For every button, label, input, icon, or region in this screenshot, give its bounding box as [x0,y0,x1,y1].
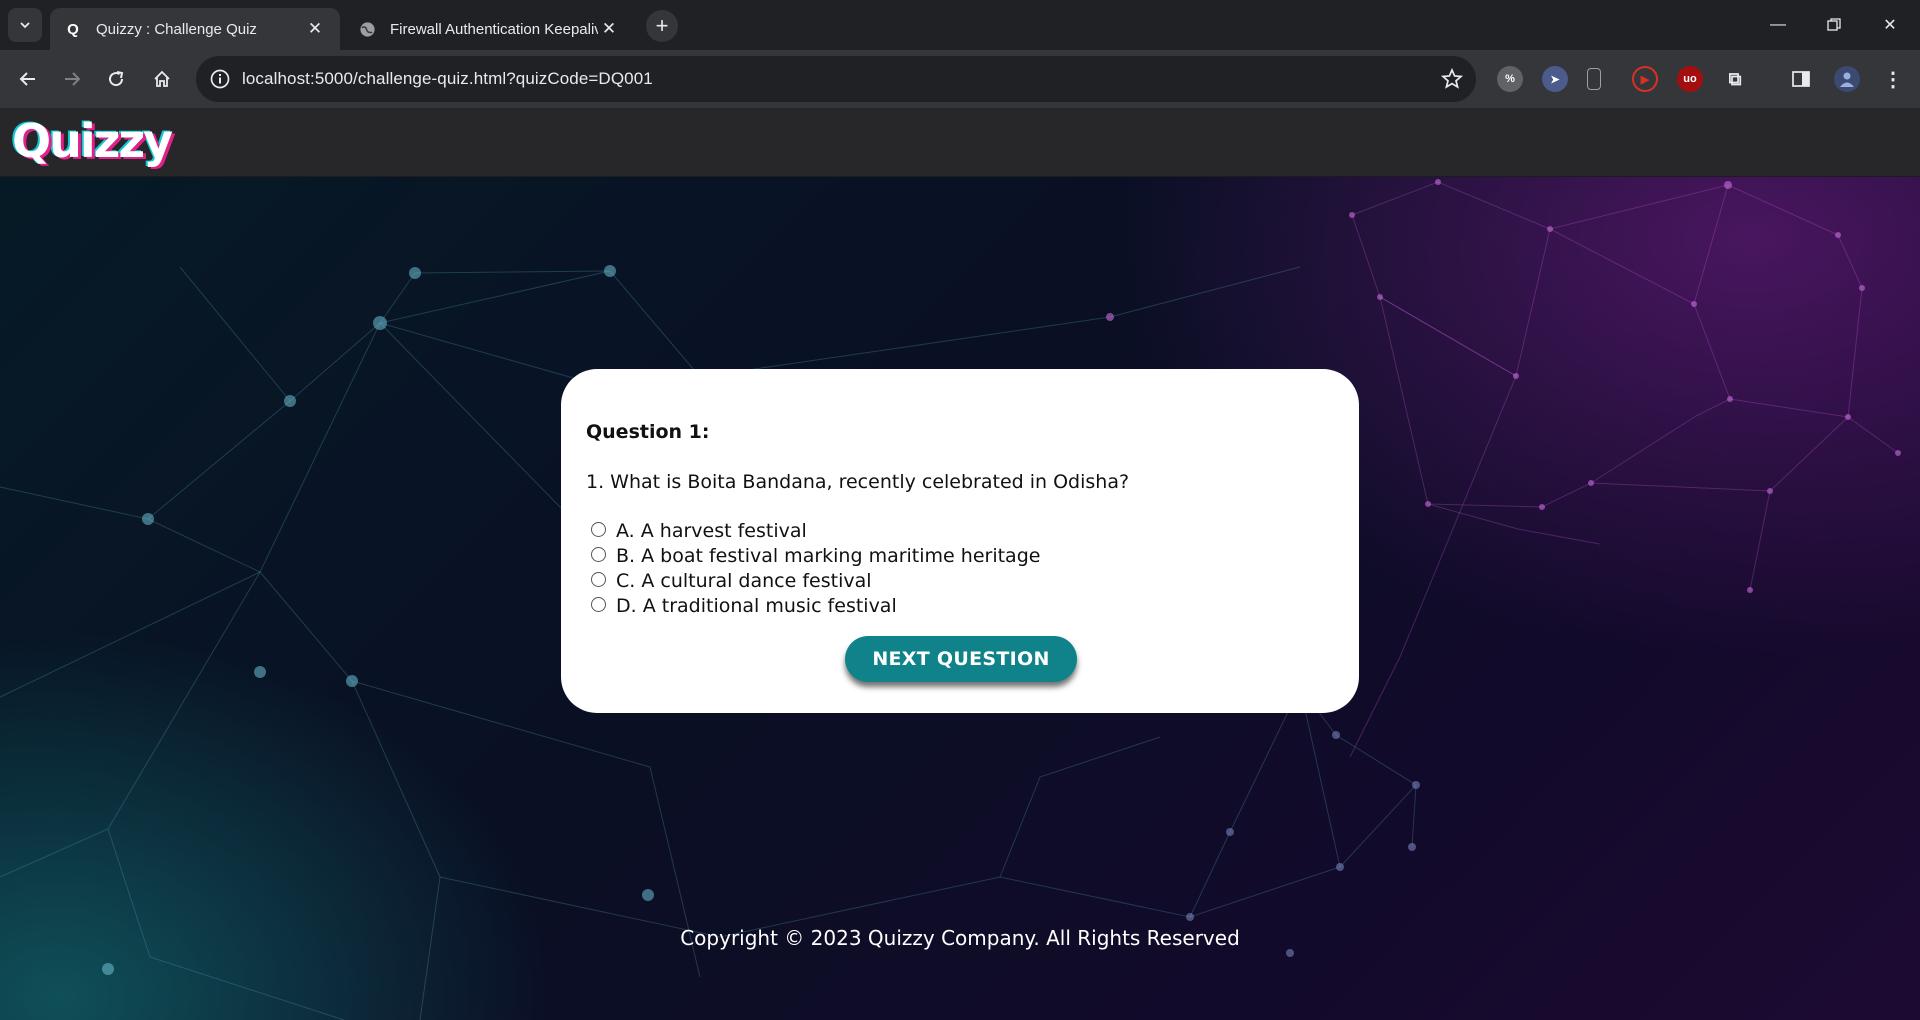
option-label: B. A boat festival marking maritime heri… [616,544,1041,567]
extension-play-icon[interactable]: ▶ [1632,66,1658,92]
option-label: A. A harvest festival [616,519,807,542]
extension-ublock-icon[interactable]: uo [1677,66,1703,92]
next-question-button[interactable]: NEXT QUESTION [845,636,1077,682]
forward-arrow-icon[interactable] [54,61,90,97]
browser-toolbar: localhost:5000/challenge-quiz.html?quizC… [0,50,1920,108]
profile-avatar[interactable] [1834,66,1860,92]
option-label: D. A traditional music festival [616,594,897,617]
tab-search-button[interactable] [8,8,42,42]
address-bar[interactable]: localhost:5000/challenge-quiz.html?quizC… [196,56,1476,102]
tab-strip: Q Quizzy : Challenge Quiz ✕ Firewall Aut… [0,0,1920,50]
option-d-radio[interactable] [591,597,606,612]
footer-copyright: Copyright © 2023 Quizzy Company. All Rig… [680,926,1240,950]
minimize-icon[interactable]: — [1750,0,1806,50]
web-page: Quizzy Question 1: 1. What is Boita Band… [0,108,1920,1020]
bookmark-star-icon[interactable] [1440,67,1464,91]
url-text[interactable]: localhost:5000/challenge-quiz.html?quizC… [242,69,653,89]
quizzy-logo[interactable]: Quizzy [12,114,173,168]
chevron-down-icon [20,22,30,29]
extensions-puzzle-icon[interactable]: ⧉ [1722,66,1748,92]
extension-percent-icon[interactable]: % [1497,66,1523,92]
option-a-radio[interactable] [591,522,606,537]
site-info-icon[interactable] [208,67,232,91]
extension-cursor-icon[interactable]: ➤ [1542,66,1568,92]
question-label: Question 1: [586,421,710,443]
close-window-icon[interactable]: ✕ [1862,0,1918,50]
tab-quizzy[interactable]: Q Quizzy : Challenge Quiz ✕ [50,8,340,50]
side-panel-icon[interactable] [1788,66,1814,92]
option-c[interactable]: C. A cultural dance festival [591,568,1040,593]
option-label: C. A cultural dance festival [616,569,872,592]
option-c-radio[interactable] [591,572,606,587]
option-a[interactable]: A. A harvest festival [591,518,1040,543]
app-header: Quizzy [0,108,1920,177]
quiz-card: Question 1: 1. What is Boita Bandana, re… [561,369,1359,713]
quizzy-favicon-icon: Q [67,20,79,38]
restore-icon[interactable] [1806,0,1862,50]
new-tab-button[interactable]: + [646,10,678,42]
tab-firewall[interactable]: Firewall Authentication Keepalive ✕ [344,8,634,50]
home-icon[interactable] [144,61,180,97]
option-b-radio[interactable] [591,547,606,562]
close-tab-icon[interactable]: ✕ [598,18,620,40]
menu-kebab-icon[interactable]: ⋮ [1880,66,1906,92]
extension-phone-icon[interactable] [1587,68,1601,90]
tab-title: Quizzy : Challenge Quiz [96,20,257,38]
tab-title: Firewall Authentication Keepalive [390,20,598,38]
answer-options: A. A harvest festival B. A boat festival… [591,518,1040,618]
close-tab-icon[interactable]: ✕ [304,18,326,40]
reload-icon[interactable] [98,61,134,97]
question-text: 1. What is Boita Bandana, recently celeb… [586,471,1130,493]
globe-icon [358,20,376,38]
option-d[interactable]: D. A traditional music festival [591,593,1040,618]
option-b[interactable]: B. A boat festival marking maritime heri… [591,543,1040,568]
back-arrow-icon[interactable] [10,61,46,97]
